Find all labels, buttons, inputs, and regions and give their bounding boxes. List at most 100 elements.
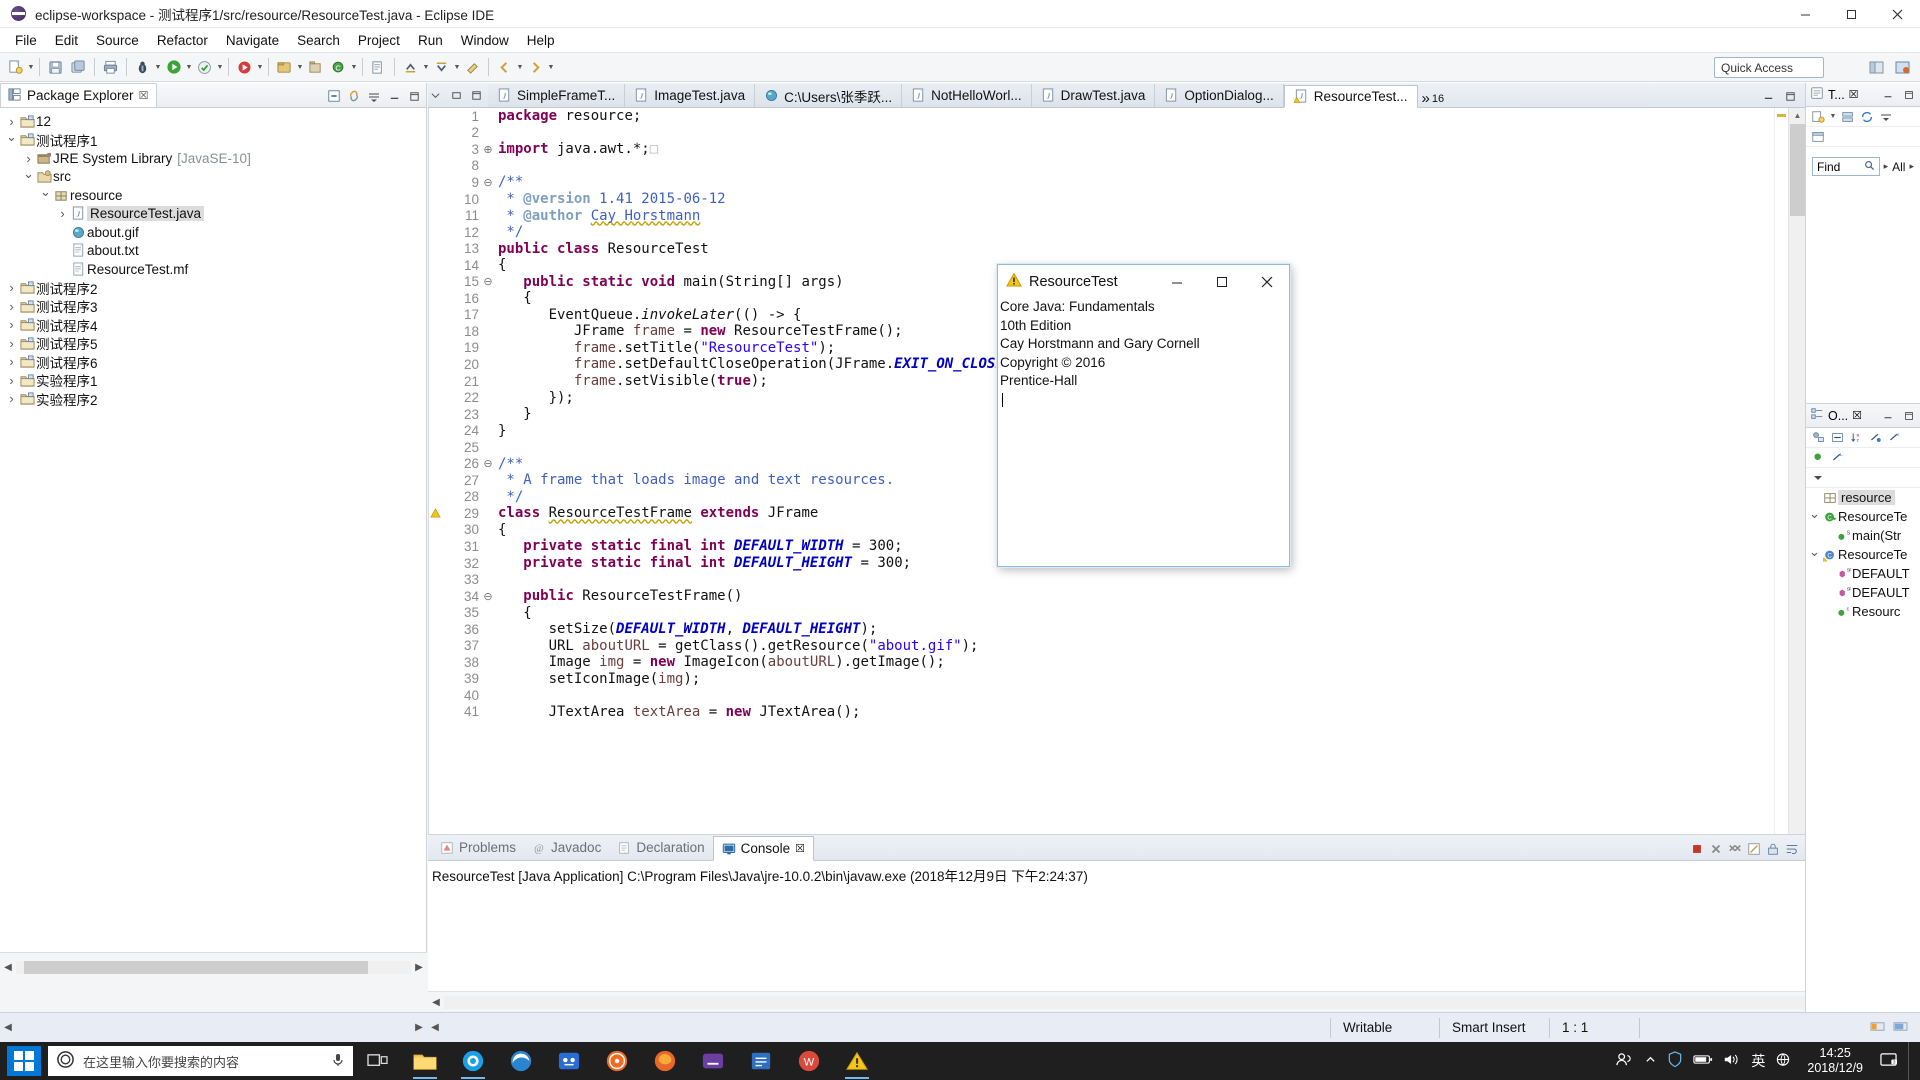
code-line-1[interactable]: 1 package resource; (429, 108, 1787, 125)
maximize-view-icon[interactable] (1901, 87, 1917, 103)
forward-dropdown[interactable]: ▼ (547, 56, 555, 78)
tree-expand-arrow-closed[interactable] (4, 336, 19, 351)
video-app-button[interactable] (545, 1042, 593, 1080)
editor-tab-4[interactable]: J DrawTest.java (1031, 84, 1156, 107)
chevron-right-icon[interactable]: ▸ (1884, 161, 1889, 172)
tree-expand-arrow-open[interactable] (1808, 509, 1821, 525)
menu-refactor[interactable]: Refactor (148, 31, 217, 50)
menu-navigate[interactable]: Navigate (217, 31, 288, 50)
console-hscrollbar[interactable]: ◀ ▶ (428, 991, 1920, 1012)
new-class-dropdown[interactable]: ▼ (350, 56, 358, 78)
menu-run[interactable]: Run (409, 31, 452, 50)
tree-item-1[interactable]: 测试程序1 (0, 131, 426, 150)
chevron-down-icon[interactable] (428, 87, 443, 103)
new-class-button[interactable]: C (328, 56, 349, 78)
outline-tree[interactable]: resource C ResourceTe Smain(Str C ResourceTe S… (1806, 488, 1920, 1012)
ime-options-icon[interactable] (1775, 1052, 1791, 1070)
code-line-38[interactable]: 38 Image img = new ImageIcon(aboutURL).g… (429, 654, 1787, 671)
save-all-button[interactable] (68, 56, 89, 78)
debug-dropdown[interactable]: ▼ (154, 56, 162, 78)
back-dropdown[interactable]: ▼ (516, 56, 524, 78)
outline-item-1[interactable]: C ResourceTe (1806, 507, 1920, 526)
code-line-11[interactable]: 11 * @author Cay Horstmann (429, 207, 1787, 224)
coverage-dropdown[interactable]: ▼ (256, 56, 264, 78)
minimize-view-icon[interactable] (1880, 87, 1896, 103)
minimize-editor-area-icon[interactable] (1760, 88, 1776, 104)
tree-item-14[interactable]: 实验程序1 (0, 371, 426, 390)
next-annotation-button[interactable] (431, 56, 452, 78)
view-menu-icon[interactable] (1878, 109, 1894, 125)
music-app-button[interactable] (593, 1042, 641, 1080)
scroll-right-icon[interactable]: ▶ (411, 956, 427, 980)
notes-app-button[interactable] (737, 1042, 785, 1080)
java-perspective-button[interactable] (1892, 57, 1913, 79)
microphone-icon[interactable] (331, 1052, 345, 1071)
menu-edit[interactable]: Edit (46, 31, 87, 50)
start-button[interactable] (0, 1042, 48, 1080)
run-button[interactable] (163, 56, 184, 78)
code-line-33[interactable]: 33 (429, 571, 1787, 588)
eclipse-java-app-button[interactable] (833, 1042, 881, 1080)
new-task-icon[interactable] (1810, 109, 1826, 125)
new-package-button[interactable] (305, 56, 326, 78)
maximize-editor-icon[interactable] (469, 87, 484, 103)
close-icon[interactable]: ☒ (139, 89, 149, 102)
dialog-maximize-button[interactable] (1199, 266, 1244, 297)
tree-item-5[interactable]: JResourceTest.java (0, 205, 426, 224)
code-line-12[interactable]: 12 */ (429, 224, 1787, 241)
back-button[interactable] (494, 56, 515, 78)
package-explorer-tree[interactable]: 12测试程序1JRE System Library[JavaSE-10]srcr… (0, 108, 426, 982)
fold-toggle-icon[interactable]: ⊕ (482, 143, 494, 156)
bottom-tab-declaration[interactable]: Declaration (609, 835, 712, 860)
dialog-textarea[interactable]: Core Java: Fundamentals 10th Edition Cay H… (998, 298, 1289, 407)
run-dropdown[interactable]: ▼ (185, 56, 193, 78)
tree-item-0[interactable]: 12 (0, 112, 426, 131)
categorize-icon[interactable] (1840, 109, 1856, 125)
tree-expand-arrow-open[interactable] (38, 187, 53, 203)
terminate-icon[interactable] (1689, 841, 1705, 857)
run-external-tools-button[interactable] (194, 56, 215, 78)
debug-button[interactable] (132, 56, 153, 78)
code-line-2[interactable]: 2 (429, 125, 1787, 142)
open-type-button[interactable] (368, 56, 389, 78)
dialog-close-button[interactable] (1244, 266, 1289, 297)
code-line-39[interactable]: 39 setIconImage(img); (429, 671, 1787, 688)
hscroll-track[interactable] (16, 961, 411, 974)
collapse-all-icon[interactable] (1810, 430, 1826, 446)
code-line-37[interactable]: 37 URL aboutURL = getClass().getResource… (429, 638, 1787, 655)
editor-tab-3[interactable]: J NotHelloWorl... (902, 84, 1032, 107)
menu-help[interactable]: Help (518, 31, 564, 50)
line-warning-marker-icon[interactable] (429, 508, 442, 519)
ime-language-indicator[interactable]: 英 (1751, 1051, 1765, 1071)
outline-item-3[interactable]: C ResourceTe (1806, 545, 1920, 564)
editor-tab-6[interactable]: J ResourceTest... (1283, 85, 1418, 108)
bottom-tab-problems[interactable]: Problems (432, 835, 524, 860)
save-button[interactable] (45, 56, 66, 78)
coverage-button[interactable] (234, 56, 255, 78)
status-left-scroll[interactable]: ◀ ▶ (0, 1013, 427, 1043)
close-icon[interactable]: ☒ (1849, 88, 1859, 101)
task-all-label[interactable]: All (1892, 160, 1905, 174)
filter-icon[interactable]: L (1829, 450, 1845, 466)
open-perspective-button[interactable] (1866, 57, 1887, 79)
editor-tab-5[interactable]: J OptionDialog... (1155, 84, 1284, 107)
new-task-dropdown[interactable]: ▼ (1829, 106, 1837, 128)
battery-icon[interactable] (1693, 1053, 1713, 1069)
outline-item-6[interactable]: c Resourc (1806, 602, 1920, 621)
quick-access-input[interactable]: Quick Access (1714, 57, 1824, 78)
people-icon[interactable] (1615, 1051, 1634, 1071)
outline-item-4[interactable]: SFDEFAULT (1806, 564, 1920, 583)
tree-expand-arrow-closed[interactable] (4, 299, 19, 314)
menu-project[interactable]: Project (349, 31, 409, 50)
outline-item-0[interactable]: resource (1806, 488, 1920, 507)
code-line-40[interactable]: 40 (429, 687, 1787, 704)
fold-toggle-icon[interactable]: ⊖ (482, 275, 494, 288)
new-java-project-button[interactable] (274, 56, 295, 78)
close-icon[interactable]: ☒ (795, 842, 805, 855)
view-menu-icon[interactable] (366, 88, 382, 104)
new-wizard-button[interactable] (5, 56, 26, 78)
status-console-scroll[interactable]: ◀ (427, 1016, 557, 1040)
bottom-tab-console[interactable]: Console ☒ (712, 836, 815, 861)
qq-browser-button[interactable] (449, 1042, 497, 1080)
scroll-left-icon[interactable]: ◀ (0, 1016, 16, 1040)
